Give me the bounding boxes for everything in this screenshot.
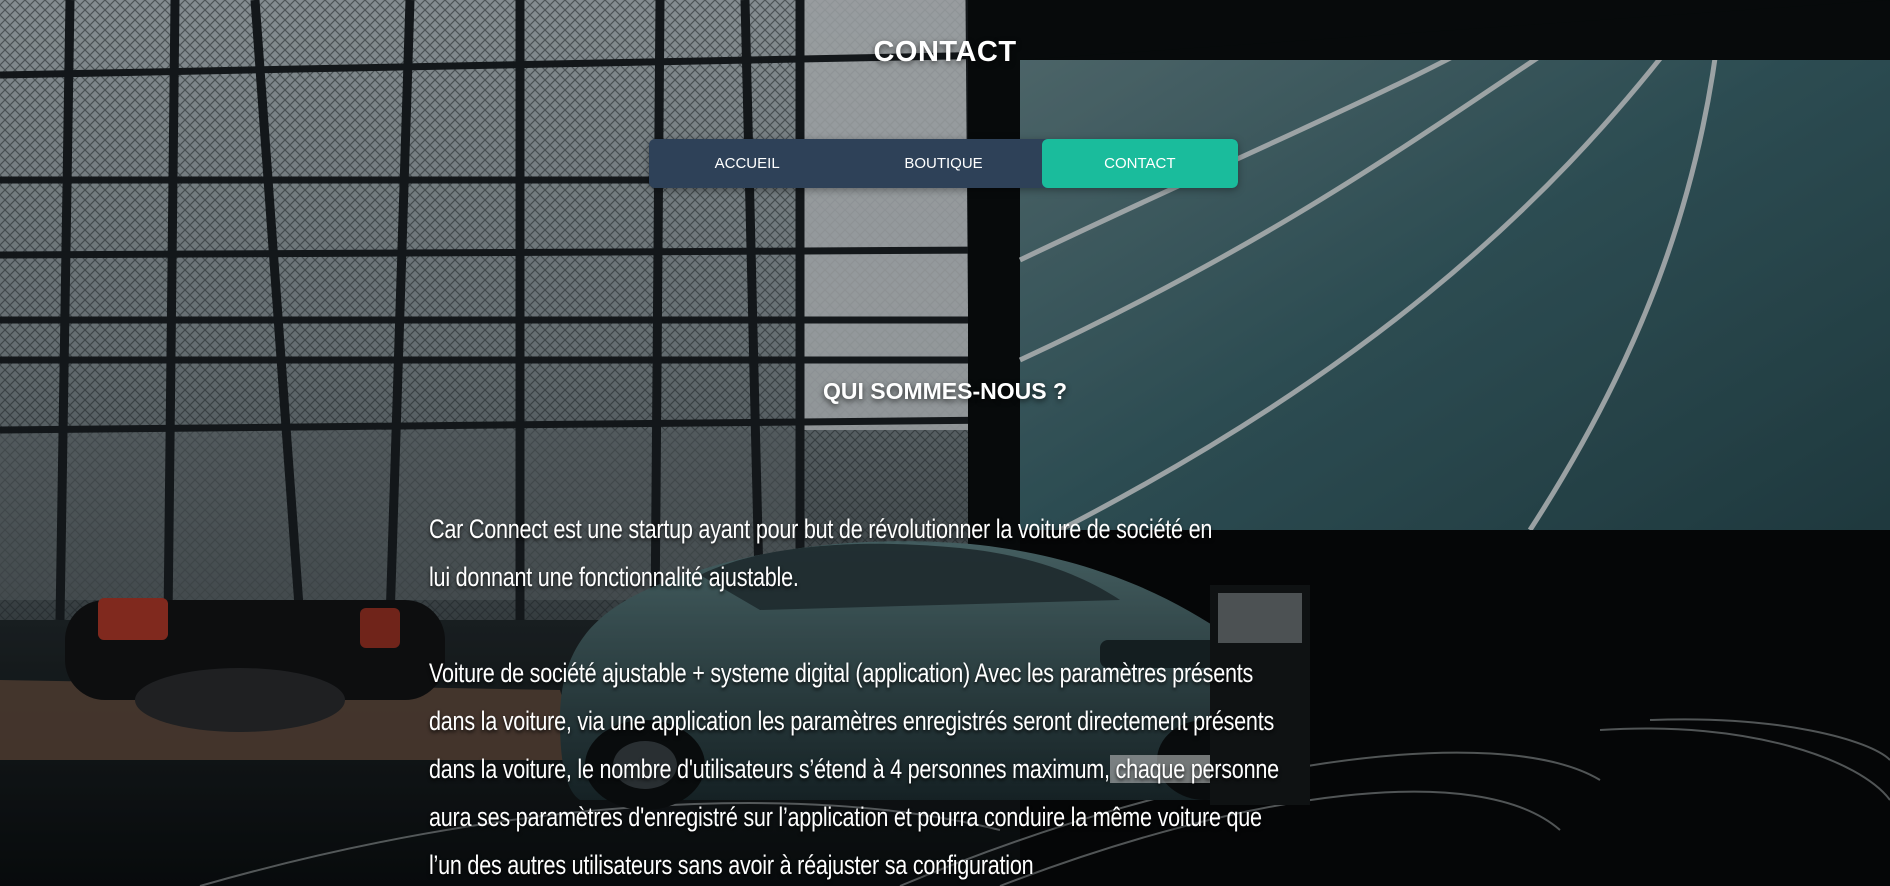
nav-item-boutique[interactable]: BOUTIQUE xyxy=(845,139,1041,188)
about-paragraph-intro: Car Connect est une startup ayant pour b… xyxy=(429,514,1213,592)
nav-item-contact[interactable]: CONTACT xyxy=(1041,139,1238,188)
about-paragraph-details: Voiture de société ajustable + systeme d… xyxy=(429,658,1279,880)
about-heading: QUI SOMMES-NOUS ? xyxy=(822,378,1068,404)
page-title: CONTACT xyxy=(873,36,1017,68)
main-nav: ACCUEIL BOUTIQUE CONTACT xyxy=(649,139,1238,188)
nav-item-accueil[interactable]: ACCUEIL xyxy=(649,139,845,188)
